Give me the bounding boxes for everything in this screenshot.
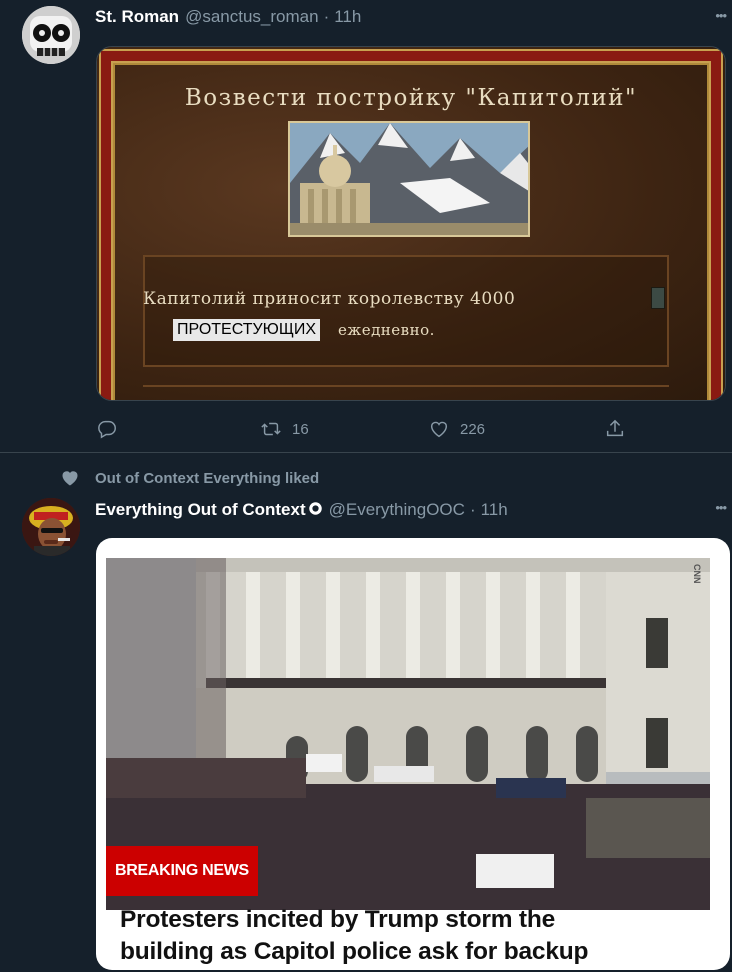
separator: ·: [323, 7, 330, 26]
profile-photo-icon: [22, 498, 80, 556]
tweet-header: Everything Out of Context @EverythingOOC…: [95, 500, 508, 524]
handle[interactable]: @sanctus_roman: [185, 7, 319, 27]
timestamp[interactable]: 11h: [334, 7, 361, 27]
share-icon: [606, 419, 624, 437]
display-name[interactable]: St. Roman: [95, 7, 179, 27]
reply-button[interactable]: [96, 418, 118, 440]
avatar[interactable]: [22, 498, 80, 556]
heart-icon: [62, 471, 78, 486]
separator: ·: [469, 500, 476, 519]
description-line-2: ПРОТЕСТУЮЩИХ ежедневно.: [173, 319, 435, 341]
tweet-actions: 16 226: [96, 418, 636, 440]
more-icon[interactable]: •••: [715, 8, 727, 23]
retweet-button[interactable]: 16: [260, 418, 309, 440]
breaking-news-banner: BREAKING NEWS: [106, 846, 258, 896]
like-count: 226: [460, 420, 486, 438]
share-button[interactable]: [604, 418, 626, 440]
headline-line-1: Protesters incited by Trump storm the: [120, 906, 556, 933]
protesters-label: ПРОТЕСТУЮЩИХ: [173, 319, 321, 341]
skull-avatar-icon: [22, 6, 80, 64]
tweet-header: St. Roman @sanctus_roman · 11h: [95, 7, 361, 31]
headline-line-2: building as Capitol police ask for backu…: [120, 938, 589, 965]
description-panel: [143, 255, 669, 367]
cnn-watermark: CNN: [692, 564, 702, 584]
tweet-st-roman[interactable]: St. Roman @sanctus_roman · 11h ••• Возве…: [0, 0, 732, 453]
lower-panel: [143, 385, 669, 400]
game-screenshot[interactable]: Возвести постройку "Капитолий" Капитолий…: [96, 46, 726, 401]
capitol-building-illustration: [288, 121, 530, 237]
retweet-icon: [261, 422, 281, 436]
liked-notice[interactable]: Out of Context Everything liked: [60, 468, 319, 488]
game-dialog-title: Возвести постройку "Капитолий": [184, 85, 638, 111]
retweet-count: 16: [292, 420, 309, 438]
timestamp[interactable]: 11h: [481, 500, 508, 520]
news-screenshot[interactable]: CNN BREAKING NEWS Protesters incited by …: [96, 538, 730, 970]
scroll-gem: [651, 287, 665, 309]
description-line: Капитолий приносит королевству 4000: [143, 289, 516, 309]
news-headline: Protesters incited by Trump storm the bu…: [120, 904, 720, 968]
verified-icon: [308, 502, 322, 515]
reply-icon: [98, 420, 116, 439]
daily-label: ежедневно.: [338, 321, 435, 339]
more-icon[interactable]: •••: [715, 500, 727, 515]
like-button[interactable]: 226: [428, 418, 485, 440]
avatar[interactable]: [22, 6, 80, 64]
like-icon: [430, 421, 448, 438]
display-name[interactable]: Everything Out of Context: [95, 500, 306, 520]
handle[interactable]: @EverythingOOC: [329, 500, 465, 520]
liked-notice-text: Out of Context Everything liked: [95, 469, 320, 487]
